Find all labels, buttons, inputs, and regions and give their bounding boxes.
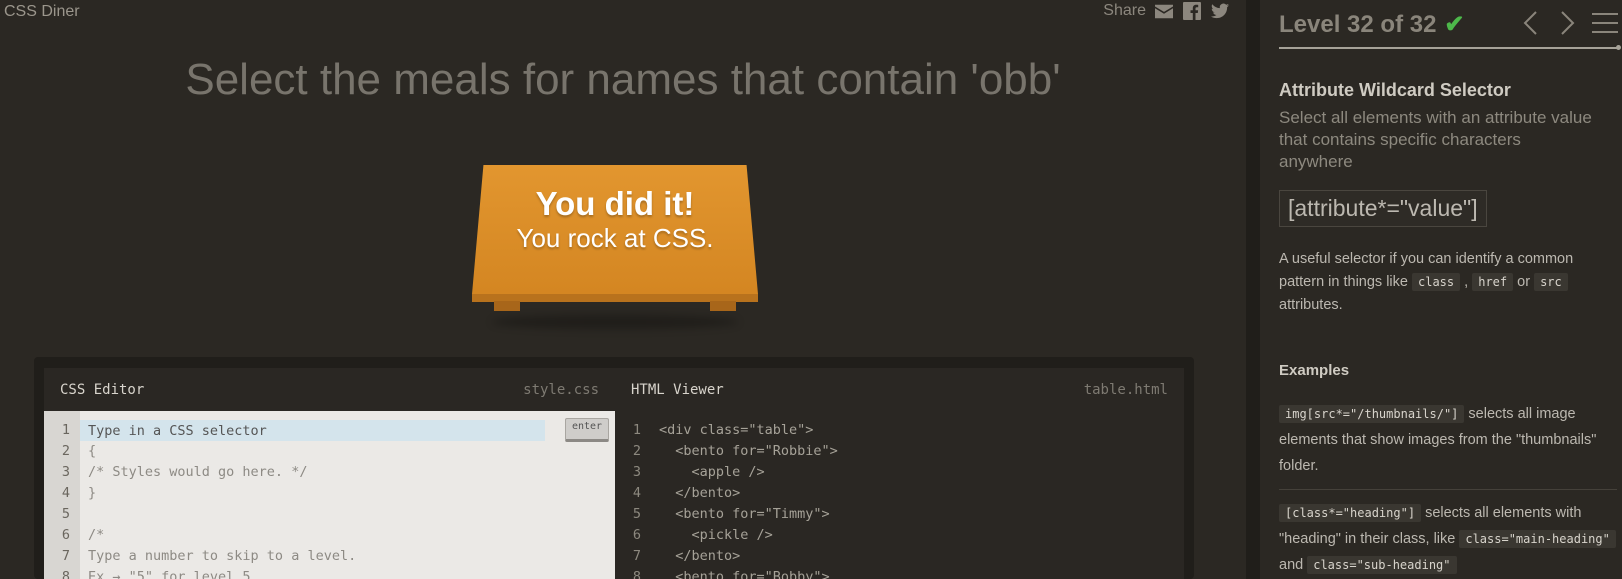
- line-number: 1: [61, 422, 70, 438]
- game-area: CSS Diner Share Select the meals for nam…: [0, 0, 1246, 579]
- line-number: 6: [632, 527, 641, 543]
- line-number: 2: [61, 443, 70, 459]
- hint-separator: ,: [1460, 274, 1473, 290]
- selector-hint: A useful selector if you can identify a …: [1279, 248, 1609, 317]
- chevron-right-icon[interactable]: [1556, 10, 1578, 36]
- html-viewer-body: 1 2 3 4 5 6 7 8 <div class="table"> <ben…: [615, 411, 1184, 579]
- share-bar: Share: [1103, 2, 1230, 20]
- hint-code-src: src: [1534, 273, 1568, 291]
- line-number: 1: [632, 422, 641, 438]
- line-number: 3: [61, 464, 70, 480]
- example-2-code: [class*="heading"]: [1279, 504, 1422, 522]
- win-message-subtitle: You rock at CSS.: [516, 223, 714, 253]
- hint-text-end: attributes.: [1279, 297, 1343, 313]
- app-logo[interactable]: CSS Diner: [4, 3, 80, 21]
- html-viewer-header: HTML Viewer table.html: [615, 368, 1184, 411]
- html-line[interactable]: <pickle />: [659, 525, 1184, 546]
- code-line: Type a number to skip to a level.: [88, 548, 357, 564]
- level-indicator: Level 32 of 32 ✔: [1279, 10, 1465, 39]
- css-selector-input[interactable]: [88, 420, 543, 441]
- html-line-numbers: 1 2 3 4 5 6 7 8: [615, 411, 651, 579]
- line-number: 2: [632, 443, 641, 459]
- table-leg-left: [494, 301, 520, 311]
- code-line: /* Styles would go here. */: [88, 464, 308, 480]
- line-number: 5: [632, 506, 641, 522]
- html-line[interactable]: <bento for="Robbie">: [659, 441, 1184, 462]
- menu-icon[interactable]: [1592, 10, 1618, 36]
- facebook-icon[interactable]: [1182, 2, 1202, 20]
- example-2-code-main: class="main-heading": [1459, 530, 1616, 548]
- email-icon[interactable]: [1154, 2, 1174, 20]
- line-number: 3: [632, 464, 641, 480]
- level-nav: [1520, 10, 1618, 36]
- selector-name: Attribute Wildcard Selector: [1279, 80, 1511, 100]
- editor-block: CSS Editor style.css 1 2 3 4 5 6 7 8 Typ…: [34, 357, 1194, 579]
- line-number: 6: [61, 527, 70, 543]
- html-line[interactable]: <div class="table">: [659, 420, 1184, 441]
- code-line: Ex → "5" for level 5: [88, 569, 251, 579]
- example-1: img[src*="/thumbnails/"] selects all ima…: [1279, 401, 1617, 479]
- html-code-lines: <div class="table"> <bento for="Robbie">…: [651, 411, 1184, 579]
- check-icon: ✔: [1444, 11, 1465, 38]
- html-viewer: HTML Viewer table.html 1 2 3 4 5 6 7 8 <…: [615, 368, 1184, 579]
- html-line[interactable]: <bento for="Timmy">: [659, 504, 1184, 525]
- css-editor-body: 1 2 3 4 5 6 7 8 { /* Styles would go her…: [44, 411, 615, 579]
- level-progress-dot: [1616, 45, 1621, 50]
- line-number: 7: [61, 548, 70, 564]
- line-number: 7: [632, 548, 641, 564]
- css-line-numbers: 1 2 3 4 5 6 7 8: [44, 411, 80, 579]
- css-code-lines: { /* Styles would go here. */ } /* Type …: [80, 411, 615, 579]
- twitter-icon[interactable]: [1210, 2, 1230, 20]
- example-divider: [1279, 489, 1617, 490]
- hint-separator: or: [1513, 274, 1535, 290]
- html-viewer-filename: table.html: [1083, 381, 1168, 398]
- hint-code-class: class: [1412, 273, 1461, 291]
- selector-syntax: [attribute*="value"]: [1279, 190, 1487, 227]
- css-editor: CSS Editor style.css 1 2 3 4 5 6 7 8 Typ…: [44, 368, 615, 579]
- css-editor-title: CSS Editor: [60, 381, 145, 398]
- order-instruction: Select the meals for names that contain …: [185, 55, 1061, 104]
- examples-heading: Examples: [1279, 362, 1350, 379]
- level-progress-bar: [1279, 45, 1621, 50]
- enter-button[interactable]: enter: [565, 418, 609, 442]
- example-2: [class*="heading"] selects all elements …: [1279, 500, 1617, 578]
- chevron-left-icon[interactable]: [1520, 10, 1542, 36]
- level-progress-fill: [1279, 47, 1617, 49]
- html-line[interactable]: <apple />: [659, 462, 1184, 483]
- html-line[interactable]: </bento>: [659, 546, 1184, 567]
- example-2-text-and: and: [1279, 557, 1308, 573]
- bento-table: You did it! You rock at CSS.: [472, 165, 758, 335]
- code-line: }: [88, 485, 97, 501]
- selector-description: Select all elements with an attribute va…: [1279, 108, 1592, 171]
- code-line: {: [88, 443, 97, 459]
- css-editor-filename: style.css: [523, 381, 599, 398]
- share-label: Share: [1103, 2, 1146, 19]
- sidebar-divider: [1246, 0, 1260, 579]
- level-label: Level 32 of 32: [1279, 10, 1437, 38]
- line-number: 8: [632, 569, 641, 579]
- line-number: 5: [61, 506, 70, 522]
- example-2-code-sub: class="sub-heading": [1307, 556, 1457, 574]
- code-line: /*: [88, 527, 105, 543]
- html-line[interactable]: </bento>: [659, 483, 1184, 504]
- html-viewer-title: HTML Viewer: [631, 381, 724, 398]
- table-shadow: [492, 315, 738, 329]
- line-number: 4: [61, 485, 70, 501]
- hint-code-href: href: [1472, 273, 1514, 291]
- line-number: 4: [632, 485, 641, 501]
- line-number: 8: [61, 569, 70, 579]
- level-sidebar: Level 32 of 32 ✔ Attribute Wildcard Sele…: [1260, 0, 1622, 579]
- table-leg-right: [710, 301, 736, 311]
- win-message-title: You did it!: [535, 185, 695, 222]
- css-editor-header: CSS Editor style.css: [44, 368, 615, 411]
- example-1-code: img[src*="/thumbnails/"]: [1279, 405, 1465, 423]
- html-line[interactable]: <bento for="Bobby">: [659, 567, 1184, 579]
